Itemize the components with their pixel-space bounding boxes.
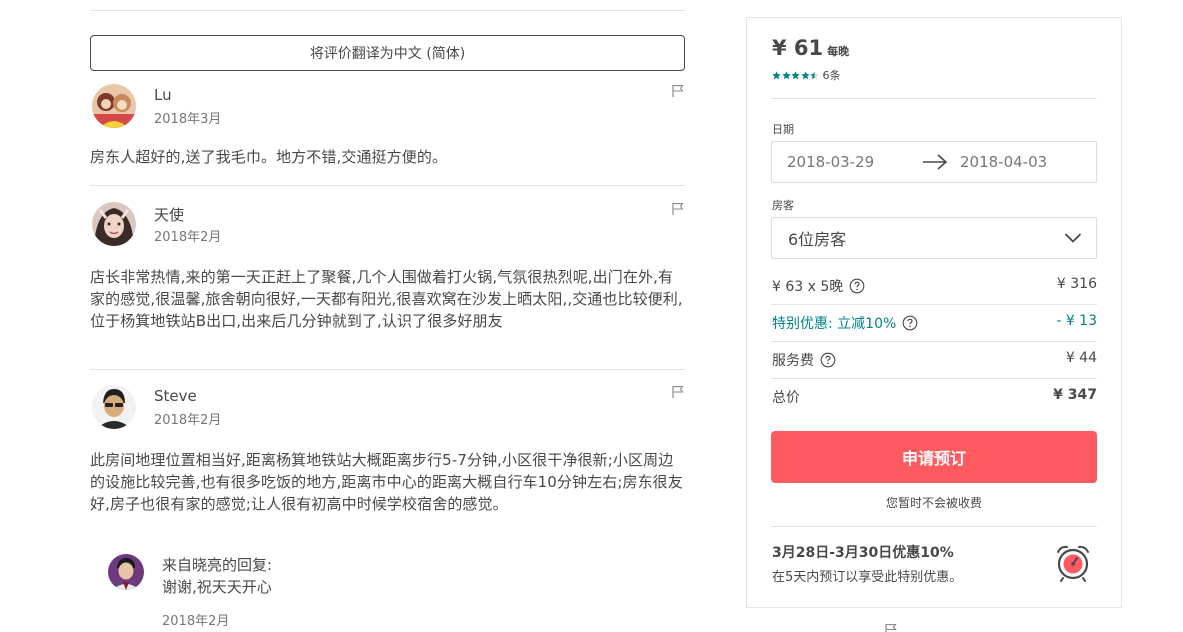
service-fee-row: 服务费 ¥ 44 <box>772 350 1097 370</box>
star-icon <box>772 70 781 79</box>
total-value: ¥ 347 <box>1053 387 1097 403</box>
reviewer-avatar[interactable] <box>92 84 136 128</box>
host-avatar[interactable] <box>108 554 144 590</box>
promo-description: 在5天内预订以享受此特别优惠。 <box>772 570 963 585</box>
reviewer-avatar[interactable] <box>92 385 136 429</box>
rating-row[interactable]: 6条 <box>772 67 841 83</box>
price-row: ¥ 61 每晚 <box>772 36 849 60</box>
star-icon <box>781 70 791 79</box>
guests-value: 6位房客 <box>788 230 847 249</box>
review-divider <box>90 185 685 186</box>
flag-icon[interactable] <box>671 84 685 98</box>
service-fee-value: ¥ 44 <box>1065 350 1097 366</box>
check-out-field[interactable]: 2018-04-03 <box>960 153 1047 171</box>
promo-title: 3月28日-3月30日优惠10% <box>772 545 954 561</box>
total-label: 总价 <box>772 390 800 406</box>
question-icon[interactable] <box>820 352 836 368</box>
review-header: Steve 2018年2月 <box>90 385 685 433</box>
reviewer-name: 天使 <box>154 206 185 224</box>
review-text: 此房间地理位置相当好,距离杨箕地铁站大概距离步行5-7分钟,小区很干净很新;小区… <box>90 451 683 513</box>
review-date: 2018年3月 <box>154 112 222 127</box>
discount-value: - ¥ 13 <box>1056 313 1097 329</box>
booking-card: ¥ 61 每晚 6条 日期 2018-03-29 2018-04-03 房客 6… <box>746 17 1122 608</box>
card-divider <box>771 341 1097 342</box>
card-divider <box>771 526 1097 527</box>
arrow-right-icon <box>923 154 948 170</box>
date-range-picker: 2018-03-29 2018-04-03 <box>771 141 1097 183</box>
card-divider <box>771 378 1097 379</box>
card-divider <box>771 98 1097 99</box>
review-date: 2018年2月 <box>154 230 222 245</box>
nights-cost-row: ¥ 63 x 5晚 ¥ 316 <box>772 276 1097 296</box>
report-listing-link[interactable] <box>884 622 898 632</box>
request-booking-button[interactable]: 申请预订 <box>771 431 1097 483</box>
review-item: Steve 2018年2月 此房间地理位置相当好,距离杨箕地铁站大概距离步行5-… <box>90 385 685 515</box>
nightly-price: ¥ 61 <box>772 36 824 60</box>
top-divider <box>90 10 685 11</box>
guests-label: 房客 <box>772 199 794 212</box>
question-icon[interactable] <box>849 278 865 294</box>
flag-icon[interactable] <box>671 202 685 216</box>
reviewer-name: Lu <box>154 86 172 104</box>
discount-row: 特别优惠: 立减10% - ¥ 13 <box>772 313 1097 333</box>
translate-reviews-button[interactable]: 将评价翻译为中文 (简体) <box>90 35 685 71</box>
review-date: 2018年2月 <box>154 413 222 428</box>
per-night-label: 每晚 <box>827 45 850 58</box>
review-item: 天使 2018年2月 店长非常热情,来的第一天正赶上了聚餐,几个人围做着打火锅,… <box>90 202 685 332</box>
reply-title: 来自晓亮的回复: <box>162 556 273 574</box>
rating-count: 6条 <box>822 69 841 82</box>
star-icon <box>810 70 819 79</box>
review-divider <box>90 369 685 370</box>
card-divider <box>771 304 1097 305</box>
review-text: 房东人超好的,送了我毛巾。地方不错,交通挺方便的。 <box>90 148 448 166</box>
guests-select[interactable]: 6位房客 <box>771 217 1097 259</box>
discount-label: 特别优惠: 立减10% <box>772 316 897 332</box>
review-header: Lu 2018年3月 <box>90 84 685 132</box>
reply-text: 谢谢,祝天天开心 <box>162 578 272 596</box>
review-text: 店长非常热情,来的第一天正赶上了聚餐,几个人围做着打火锅,气氛很热烈呢,出门在外… <box>90 268 683 330</box>
alarm-clock-icon <box>1057 545 1089 582</box>
reviewer-avatar[interactable] <box>92 202 136 246</box>
service-fee-label: 服务费 <box>772 353 814 369</box>
star-icon <box>800 70 810 79</box>
review-item: Lu 2018年3月 房东人超好的,送了我毛巾。地方不错,交通挺方便的。 <box>90 84 685 168</box>
check-in-field[interactable]: 2018-03-29 <box>787 153 874 171</box>
total-row: 总价 ¥ 347 <box>772 387 1097 407</box>
chevron-down-icon <box>1064 233 1082 243</box>
flag-icon <box>885 624 897 632</box>
nights-cost-label: ¥ 63 x 5晚 <box>772 279 844 295</box>
no-charge-note: 您暂时不会被收费 <box>885 496 982 510</box>
nights-cost-value: ¥ 316 <box>1056 276 1097 292</box>
reviewer-name: Steve <box>154 387 197 405</box>
review-header: 天使 2018年2月 <box>90 202 685 250</box>
question-icon[interactable] <box>902 315 918 331</box>
rating-stars <box>772 70 820 80</box>
flag-icon[interactable] <box>671 385 685 399</box>
reply-date: 2018年2月 <box>162 614 230 629</box>
dates-label: 日期 <box>772 123 794 136</box>
star-icon <box>791 70 800 79</box>
